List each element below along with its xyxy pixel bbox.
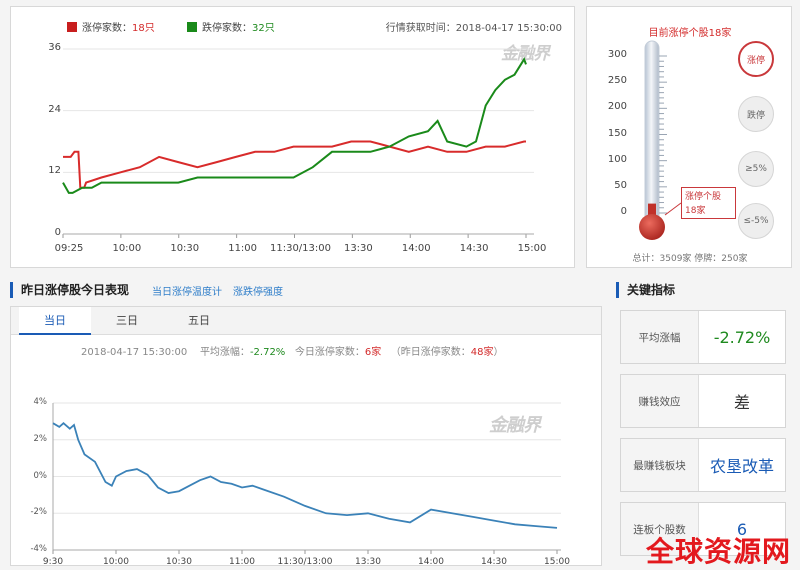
metric-average-gain: 平均涨幅 -2.72% bbox=[620, 310, 786, 364]
y-tick-label: -2% bbox=[30, 507, 47, 518]
x-tick-label: 13:30 bbox=[355, 557, 381, 567]
metric-value: 农垦改革 bbox=[709, 457, 774, 476]
x-tick-label: 11:30/13:00 bbox=[269, 243, 332, 254]
filter-limit-down-button[interactable]: 跌停 bbox=[738, 96, 774, 132]
y-tick-label: 36 bbox=[48, 42, 61, 53]
limit-count-chart-panel: 涨停家数：18只 跌停家数：32只 行情获取时间：2018-04-17 15:3… bbox=[10, 6, 575, 268]
series-line-average-gain bbox=[52, 422, 558, 529]
x-tick-label: 11:30/13:00 bbox=[277, 557, 333, 567]
metric-label: 最赚钱板块 bbox=[621, 439, 699, 491]
thermometer-bulb bbox=[639, 214, 665, 240]
x-tick-label: 11:00 bbox=[228, 243, 258, 254]
x-tick-label: 10:30 bbox=[170, 243, 200, 254]
thermometer-panel: 目前涨停个股18家 300 250 200 150 100 50 0 涨停个股 18家 涨停… bbox=[586, 6, 792, 268]
x-tick-label: 09:25 bbox=[54, 243, 84, 254]
metric-profit-effect: 赚钱效应 差 bbox=[620, 374, 786, 428]
filter-gain-5pct-button[interactable]: ≥5% bbox=[738, 151, 774, 187]
y-tick-label: -4% bbox=[30, 544, 47, 554]
x-tick-label: 14:00 bbox=[418, 557, 444, 567]
key-metrics-panel: 关键指标 平均涨幅 -2.72% 赚钱效应 差 最赚钱板块 农垦改革 连板个股数… bbox=[612, 278, 796, 566]
y-tick-label: 0 bbox=[54, 227, 61, 238]
site-watermark: 全球资源网 bbox=[646, 535, 792, 568]
metric-best-sector: 最赚钱板块 农垦改革 bbox=[620, 438, 786, 492]
limit-count-line-chart bbox=[62, 48, 534, 238]
metric-label: 赚钱效应 bbox=[621, 375, 699, 427]
x-tick-label: 9:30 bbox=[42, 557, 64, 567]
performance-panel: 昨日涨停股今日表现 当日涨停温度计 涨跌停强度 当日 三日 五日 2018-04… bbox=[10, 278, 602, 567]
x-tick-label: 11:00 bbox=[229, 557, 255, 567]
filter-limit-up-button[interactable]: 涨停 bbox=[738, 41, 774, 77]
x-tick-label: 14:30 bbox=[459, 243, 489, 254]
x-tick-label: 10:30 bbox=[166, 557, 192, 567]
x-tick-label: 10:00 bbox=[112, 243, 142, 254]
performance-chart-box: 当日 三日 五日 2018-04-17 15:30:00 平均涨幅：-2.72%… bbox=[10, 306, 602, 567]
tooltip-value: 18家 bbox=[685, 206, 706, 216]
y-tick-label: 2% bbox=[33, 433, 48, 444]
x-tick-label: 15:00 bbox=[544, 557, 570, 567]
y-tick-label: 12 bbox=[48, 165, 61, 177]
metric-value: 差 bbox=[733, 393, 750, 412]
x-tick-label: 14:30 bbox=[481, 557, 507, 567]
x-tick-label: 15:00 bbox=[517, 243, 547, 254]
thermometer-tooltip: 涨停个股 18家 bbox=[681, 187, 736, 219]
key-metrics-title: 关键指标 bbox=[616, 282, 675, 298]
metric-label: 平均涨幅 bbox=[621, 311, 699, 363]
x-tick-label: 13:30 bbox=[343, 243, 373, 254]
y-tick-label: 24 bbox=[48, 103, 61, 115]
y-tick-label: 4% bbox=[33, 397, 48, 407]
x-tick-label: 10:00 bbox=[103, 557, 129, 567]
performance-title: 昨日涨停股今日表现 bbox=[10, 282, 129, 298]
filter-loss-5pct-button[interactable]: ≤-5% bbox=[738, 203, 774, 239]
link-strength[interactable]: 涨跌停强度 bbox=[233, 283, 283, 298]
x-tick-label: 14:00 bbox=[401, 243, 431, 254]
tooltip-label: 涨停个股 bbox=[685, 192, 722, 202]
performance-line-chart bbox=[52, 402, 561, 554]
link-temperature[interactable]: 当日涨停温度计 bbox=[152, 283, 222, 298]
thermometer-footer: 总计：3509家 停牌：250家 bbox=[632, 254, 748, 264]
series-line-limit-up bbox=[63, 140, 526, 189]
y-tick-label: 0% bbox=[33, 470, 48, 481]
metric-value: -2.72% bbox=[713, 327, 771, 347]
series-line-limit-down bbox=[62, 57, 527, 194]
